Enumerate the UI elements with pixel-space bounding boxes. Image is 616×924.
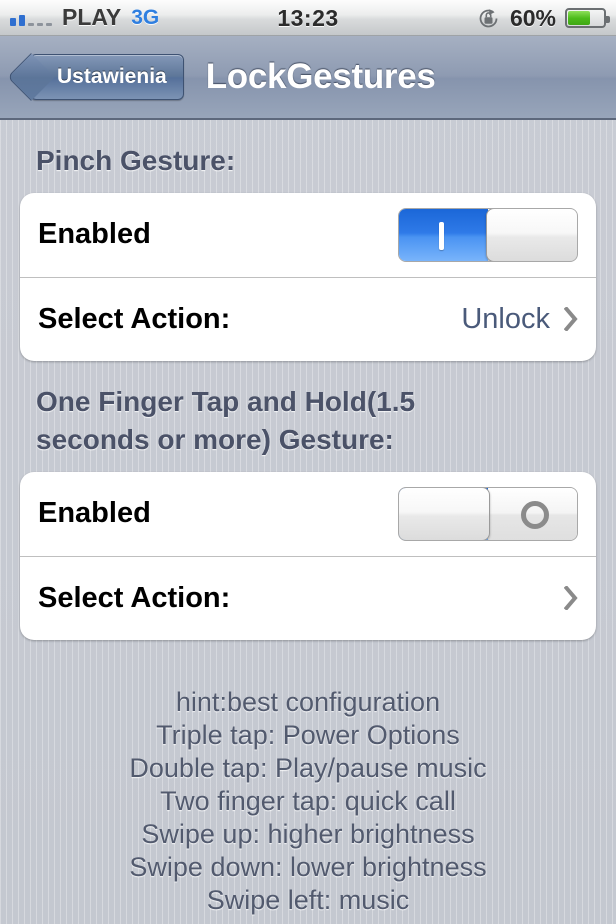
signal-strength-icon: [10, 10, 52, 26]
section-header-pinch: Pinch Gesture:: [36, 145, 236, 176]
hint-text: hint:best configuration Triple tap: Powe…: [20, 686, 596, 917]
row-label: Enabled: [38, 218, 151, 251]
switch-on-mark-icon: [439, 221, 444, 250]
clock: 13:23: [277, 4, 339, 31]
hint-line: Double tap: Play/pause music: [129, 752, 487, 783]
row-pinch-select-action[interactable]: Select Action: Unlock: [20, 276, 596, 361]
rotation-lock-icon: [476, 6, 501, 31]
row-label: Select Action:: [38, 581, 231, 614]
hint-line: Swipe up: higher brightness: [141, 818, 475, 849]
row-label: Enabled: [38, 497, 151, 530]
row-label: Select Action:: [38, 302, 231, 335]
network-type: 3G: [131, 5, 160, 29]
row-tap-hold-select-action[interactable]: Select Action:: [20, 555, 596, 640]
carrier-name: PLAY: [62, 4, 122, 30]
battery-fill: [568, 11, 591, 25]
hint-line: Two finger tap: quick call: [160, 785, 456, 816]
status-bar: PLAY 3G 13:23 60%: [0, 0, 616, 36]
toggle-tap-hold-enabled[interactable]: [398, 486, 578, 541]
switch-knob[interactable]: [486, 208, 577, 261]
phone-screen: PLAY 3G 13:23 60% Ustawienia LockGesture…: [0, 0, 616, 924]
chevron-right-icon: [564, 307, 578, 332]
row-value: Unlock: [461, 302, 550, 335]
hint-line: Triple tap: Power Options: [156, 719, 460, 750]
settings-group-tap-hold: Enabled Select Action:: [20, 471, 596, 640]
hint-line: Swipe down: lower brightness: [129, 851, 487, 882]
back-button-label: Ustawienia: [57, 65, 167, 88]
row-pinch-enabled[interactable]: Enabled: [20, 193, 596, 277]
switch-off-mark-icon: [521, 500, 549, 529]
status-bar-right: 60%: [476, 0, 610, 36]
row-tap-hold-enabled[interactable]: Enabled: [20, 472, 596, 556]
hint-line: Swipe left: music: [206, 884, 410, 915]
switch-knob[interactable]: [399, 487, 490, 540]
chevron-right-icon: [564, 586, 578, 611]
battery-icon: [565, 8, 610, 28]
hint-line: hint:best configuration: [175, 686, 441, 717]
toggle-pinch-enabled[interactable]: [398, 207, 578, 262]
back-button[interactable]: Ustawienia: [30, 54, 184, 100]
navigation-bar: Ustawienia LockGestures: [0, 36, 616, 120]
section-header-tap-hold: One Finger Tap and Hold(1.5 seconds or m…: [36, 385, 416, 456]
status-bar-left: PLAY 3G: [10, 4, 159, 31]
settings-content: Pinch Gesture: Enabled Select Action: Un…: [0, 142, 616, 917]
page-title: LockGestures: [205, 57, 436, 96]
battery-percent: 60%: [509, 4, 556, 31]
settings-group-pinch: Enabled Select Action: Unlock: [20, 192, 596, 361]
